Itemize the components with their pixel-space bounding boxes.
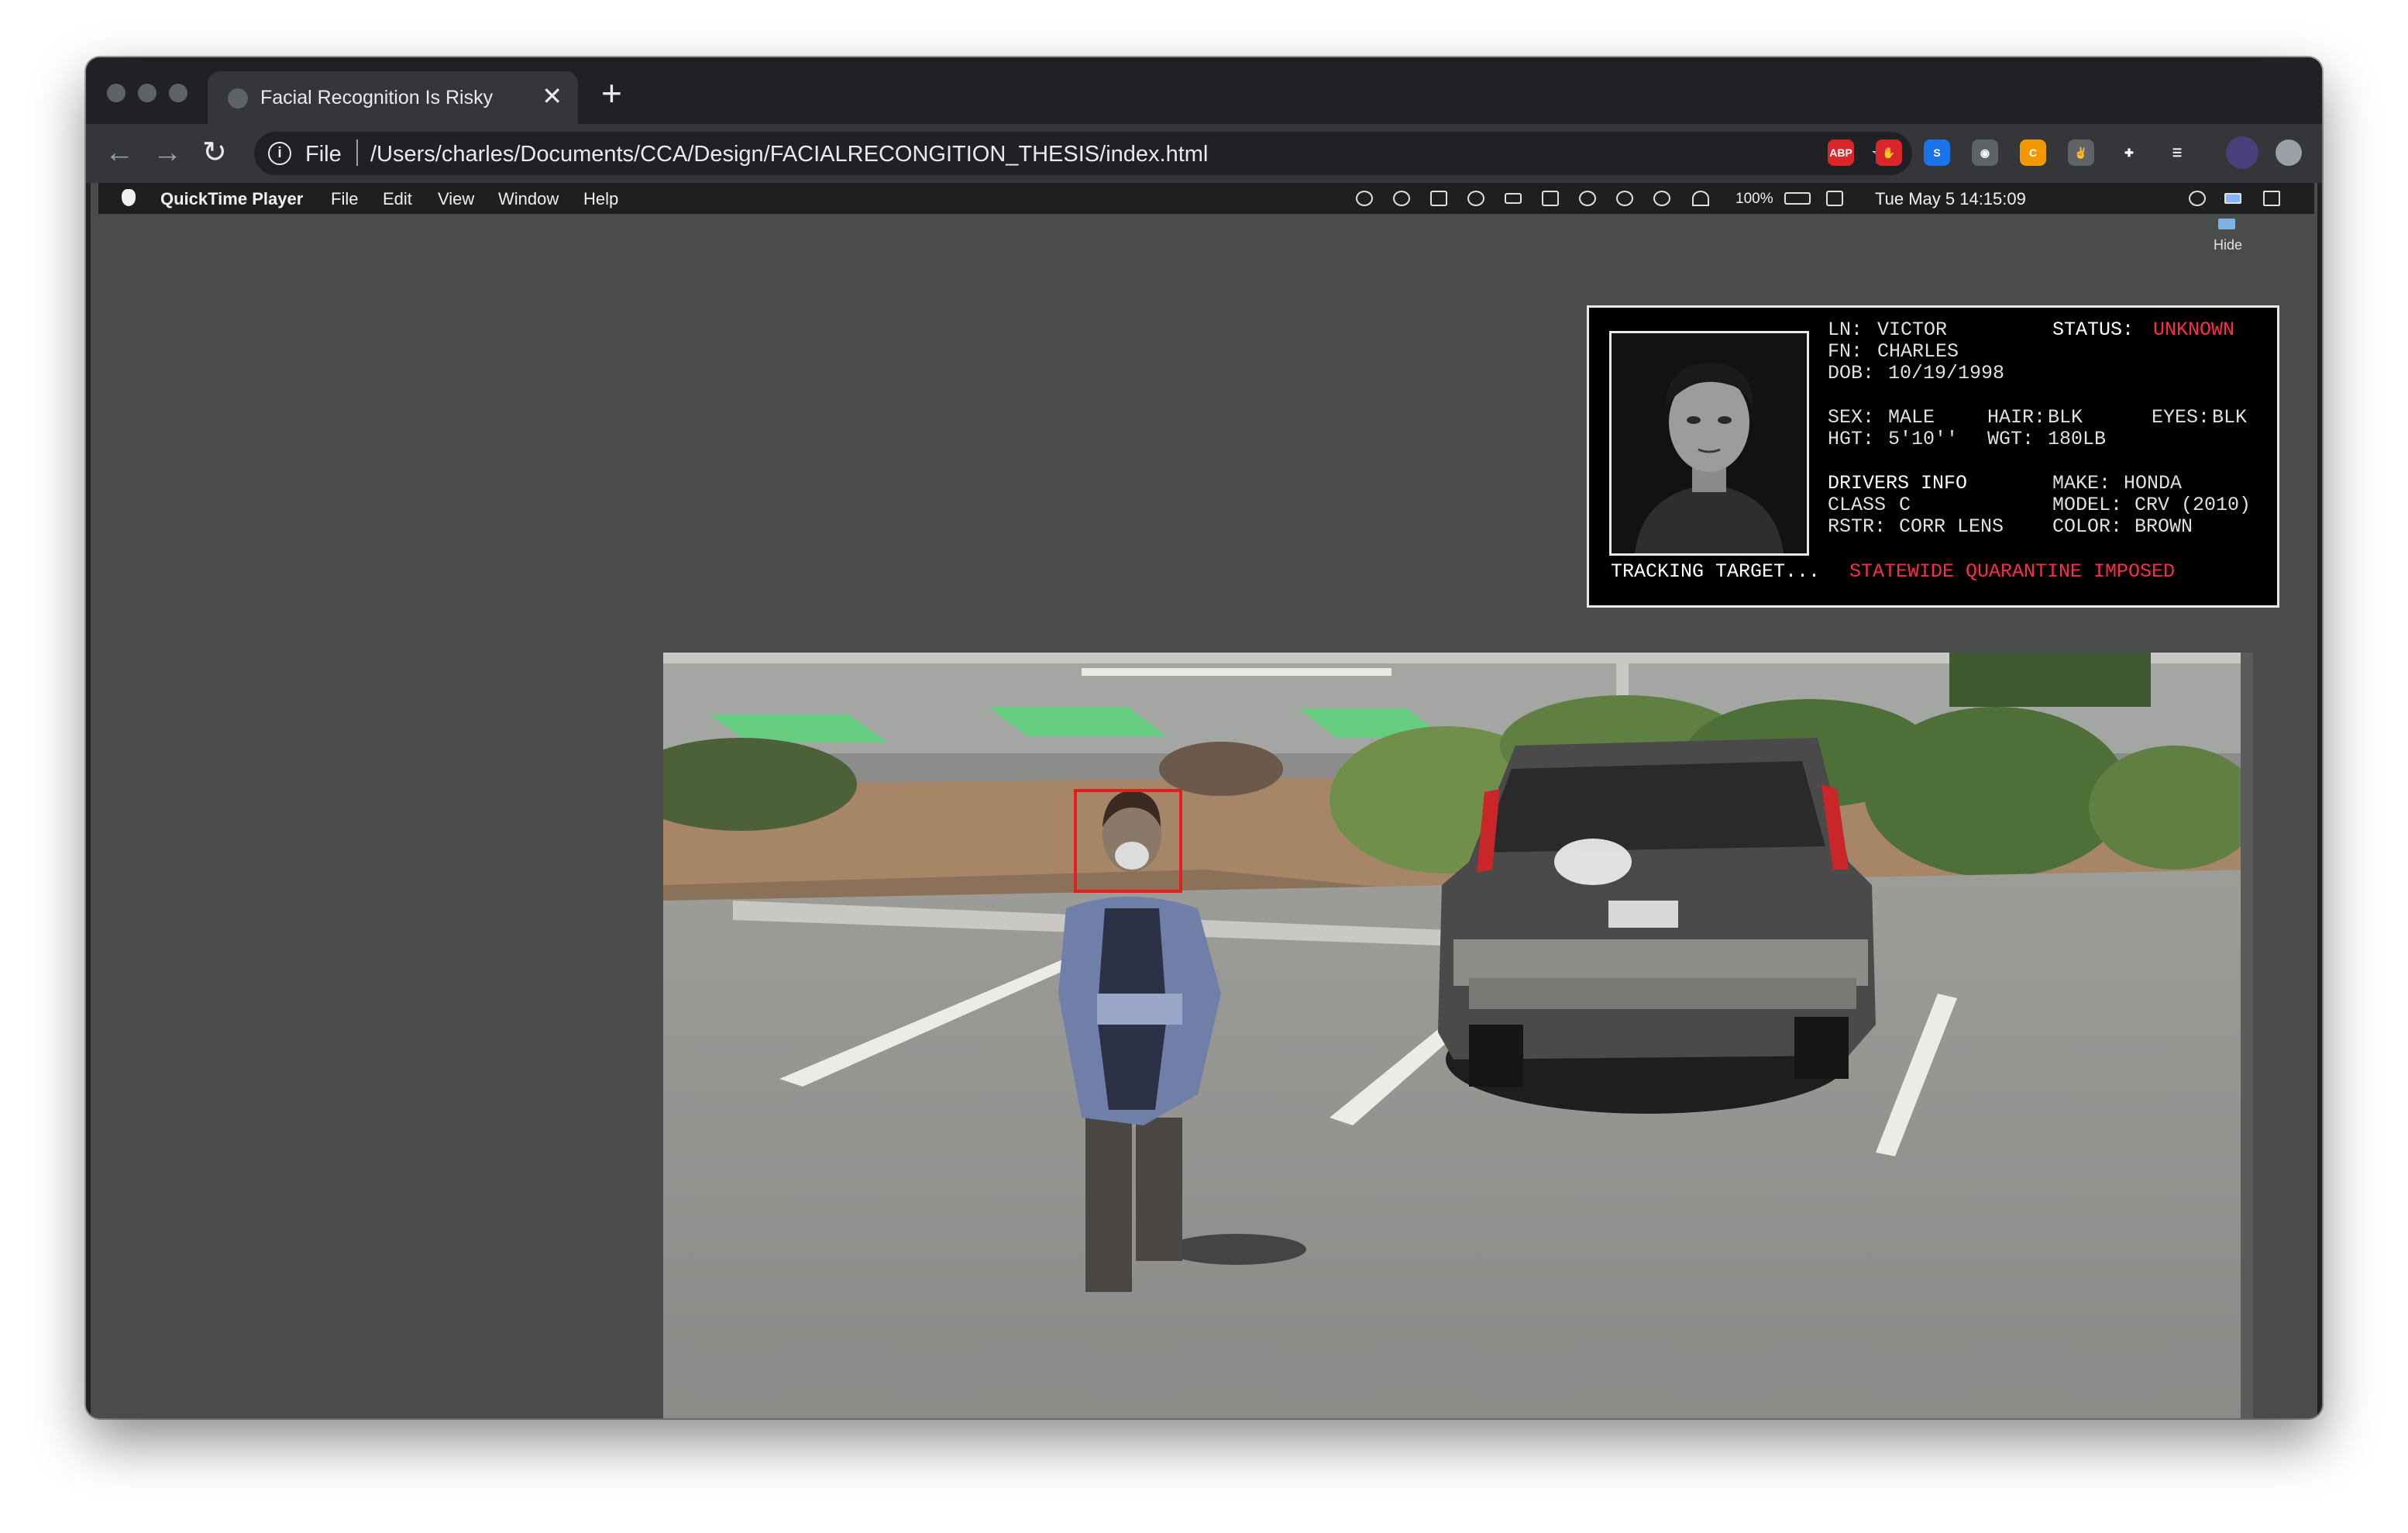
eye-extension-icon[interactable]: ◉ bbox=[1972, 140, 1998, 166]
tab-strip: Facial Recognition Is Risky ✕ + bbox=[86, 57, 2322, 124]
activity-icon[interactable] bbox=[1393, 191, 1410, 206]
adblock-plus-icon[interactable]: ABP bbox=[1828, 140, 1854, 166]
tab-facial-recognition[interactable]: Facial Recognition Is Risky ✕ bbox=[208, 71, 578, 124]
bluetooth-icon[interactable] bbox=[1616, 191, 1633, 206]
fn-label: FN: bbox=[1828, 340, 1863, 363]
coupon-extension-icon[interactable]: C bbox=[2020, 140, 2046, 166]
wgt-value: 180LB bbox=[2048, 428, 2107, 450]
menu-file[interactable]: File bbox=[331, 189, 358, 209]
dossier-panel: LN: VICTOR STATUS: UNKNOWN FN: CHARLES D… bbox=[1587, 305, 2279, 608]
globe-icon bbox=[228, 88, 248, 109]
menu-window[interactable]: Window bbox=[498, 189, 559, 209]
battery-icon[interactable] bbox=[1784, 192, 1811, 205]
display-icon[interactable] bbox=[1505, 193, 1522, 204]
tracking-text: TRACKING TARGET... bbox=[1611, 560, 1821, 583]
menubar-clock[interactable]: Tue May 5 14:15:09 bbox=[1875, 189, 2026, 209]
color-value: BROWN bbox=[2135, 515, 2193, 538]
status-value: UNKNOWN bbox=[2153, 319, 2235, 341]
close-window-button[interactable] bbox=[107, 84, 126, 102]
creative-cloud-icon[interactable] bbox=[1467, 191, 1484, 206]
class-value: C bbox=[1899, 494, 1911, 516]
hgt-label: HGT: bbox=[1828, 428, 1875, 450]
notification-center-icon[interactable] bbox=[2263, 191, 2280, 206]
menu-help[interactable]: Help bbox=[583, 189, 618, 209]
make-value: HONDA bbox=[2124, 472, 2183, 494]
airplay-icon[interactable] bbox=[1826, 191, 1843, 206]
rstr-label: RSTR: bbox=[1828, 515, 1887, 538]
page-content: QuickTime Player File Edit View Window H… bbox=[91, 183, 2317, 1418]
time-machine-icon[interactable] bbox=[1653, 191, 1670, 206]
eyes-value: BLK bbox=[2212, 406, 2248, 429]
hide-label[interactable]: Hide bbox=[2214, 237, 2242, 253]
hand-extension-icon[interactable]: ✌ bbox=[2068, 140, 2094, 166]
status-label: STATUS: bbox=[2052, 319, 2135, 341]
site-info-icon[interactable]: i bbox=[268, 142, 291, 165]
us-flag-icon[interactable] bbox=[2224, 193, 2241, 204]
dob-label: DOB: bbox=[1828, 362, 1875, 384]
sex-value: MALE bbox=[1888, 406, 1935, 429]
url-scheme: File bbox=[305, 142, 342, 167]
apple-icon[interactable] bbox=[122, 189, 136, 206]
parking-lot-scene bbox=[663, 653, 2253, 1418]
back-button[interactable]: ← bbox=[105, 133, 134, 172]
wgt-label: WGT: bbox=[1987, 428, 2035, 450]
portrait-image bbox=[1612, 333, 1807, 553]
dropbox-icon[interactable] bbox=[1430, 191, 1447, 206]
wifi-icon[interactable] bbox=[1692, 191, 1709, 206]
browser-toolbar: ← → ↻ i File /Users/charles/Documents/CC… bbox=[86, 124, 2322, 183]
face-tracking-box bbox=[1074, 789, 1182, 893]
hair-value: BLK bbox=[2048, 406, 2083, 429]
model-value: CRV (2010) bbox=[2135, 494, 2251, 516]
color-label: COLOR: bbox=[2052, 515, 2123, 538]
zoom-window-button[interactable] bbox=[169, 84, 187, 102]
url-text[interactable]: /Users/charles/Documents/CCA/Design/FACI… bbox=[370, 142, 1208, 167]
make-label: MAKE: bbox=[2052, 472, 2111, 494]
chrome-menu-icon[interactable] bbox=[2276, 140, 2302, 166]
sex-label: SEX: bbox=[1828, 406, 1875, 429]
ln-label: LN: bbox=[1828, 319, 1863, 341]
suspect-photo bbox=[1609, 331, 1809, 556]
model-label: MODEL: bbox=[2052, 494, 2123, 516]
ln-value: VICTOR bbox=[1877, 319, 1948, 341]
dob-value: 10/19/1998 bbox=[1888, 362, 2005, 384]
minimize-window-button[interactable] bbox=[138, 84, 157, 102]
forward-button[interactable]: → bbox=[153, 133, 182, 172]
menu-app-name[interactable]: QuickTime Player bbox=[160, 189, 303, 209]
menu-view[interactable]: View bbox=[438, 189, 474, 209]
hair-label: HAIR: bbox=[1987, 406, 2046, 429]
class-label: CLASS bbox=[1828, 494, 1887, 516]
spotlight-search-icon[interactable] bbox=[2189, 191, 2206, 206]
hgt-value: 5'10'' bbox=[1888, 428, 1959, 450]
browser-window: Facial Recognition Is Risky ✕ + ← → ↻ i … bbox=[86, 57, 2322, 1418]
tab-title: Facial Recognition Is Risky bbox=[260, 87, 494, 109]
drivers-info-heading: DRIVERS INFO bbox=[1828, 472, 1968, 494]
address-bar[interactable]: i File /Users/charles/Documents/CCA/Desi… bbox=[254, 132, 1912, 175]
new-tab-button[interactable]: + bbox=[601, 74, 622, 112]
record-status-icon[interactable] bbox=[1356, 191, 1373, 206]
fn-value: CHARLES bbox=[1877, 340, 1959, 363]
quarantine-alert: STATEWIDE QUARANTINE IMPOSED bbox=[1849, 560, 2176, 583]
folder-icon[interactable] bbox=[2218, 219, 2235, 229]
accessibility-icon[interactable] bbox=[1579, 191, 1596, 206]
puzzle-extensions-icon[interactable]: ✚ bbox=[2116, 140, 2142, 166]
bartender-icon[interactable] bbox=[1542, 191, 1559, 206]
surveillance-video[interactable] bbox=[663, 653, 2253, 1418]
s-extension-icon[interactable]: S bbox=[1924, 140, 1950, 166]
profile-avatar[interactable] bbox=[2226, 136, 2258, 169]
stop-hand-icon[interactable]: ✋ bbox=[1876, 140, 1902, 166]
close-tab-icon[interactable]: ✕ bbox=[542, 82, 562, 110]
eyes-label: EYES: bbox=[2152, 406, 2210, 429]
battery-percent: 100% bbox=[1735, 191, 1773, 207]
reload-button[interactable]: ↻ bbox=[202, 133, 227, 172]
menu-edit[interactable]: Edit bbox=[383, 189, 412, 209]
mac-menubar: QuickTime Player File Edit View Window H… bbox=[98, 183, 2314, 214]
reading-list-icon[interactable]: ☰ bbox=[2164, 140, 2190, 166]
rstr-value: CORR LENS bbox=[1899, 515, 2004, 538]
url-separator bbox=[356, 140, 358, 166]
